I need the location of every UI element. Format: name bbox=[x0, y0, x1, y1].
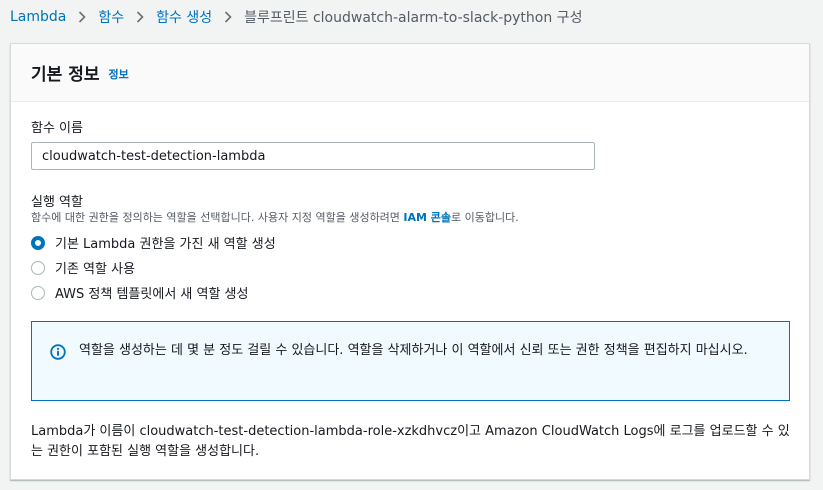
iam-console-link[interactable]: IAM 콘솔 bbox=[403, 211, 451, 224]
radio-option-existing-role[interactable]: 기존 역할 사용 bbox=[31, 258, 135, 277]
description-text: 함수에 대한 권한을 정의하는 역할을 선택합니다. 사용자 지정 역할을 생성… bbox=[31, 211, 404, 224]
panel-header: 기본 정보 정보 bbox=[11, 44, 809, 102]
breadcrumb-functions[interactable]: 함수 bbox=[98, 7, 124, 27]
radio-button-selected[interactable] bbox=[31, 235, 45, 250]
basic-info-panel: 기본 정보 정보 함수 이름 실행 역할 함수에 대한 권한을 정의하는 역할을… bbox=[10, 43, 810, 480]
execution-role-description: 함수에 대한 권한을 정의하는 역할을 선택합니다. 사용자 지정 역할을 생성… bbox=[31, 209, 519, 225]
execution-role-label: 실행 역할 bbox=[31, 195, 83, 210]
chevron-right-icon bbox=[78, 11, 87, 23]
function-name-input[interactable] bbox=[31, 142, 595, 170]
info-link[interactable]: 정보 bbox=[108, 66, 128, 82]
breadcrumb-lambda[interactable]: Lambda bbox=[10, 9, 66, 25]
radio-button[interactable] bbox=[31, 285, 45, 300]
chevron-right-icon bbox=[136, 11, 144, 23]
info-icon bbox=[50, 344, 66, 364]
breadcrumb-create-function[interactable]: 함수 생성 bbox=[156, 7, 212, 27]
radio-button[interactable] bbox=[31, 260, 45, 275]
info-alert: 역할을 생성하는 데 몇 분 정도 걸릴 수 있습니다. 역할을 삭제하거나 이… bbox=[31, 321, 790, 401]
radio-label: 기존 역할 사용 bbox=[55, 262, 136, 277]
alert-message: 역할을 생성하는 데 몇 분 정도 걸릴 수 있습니다. 역할을 삭제하거나 이… bbox=[79, 343, 748, 358]
function-name-label: 함수 이름 bbox=[31, 121, 83, 136]
role-creation-note: Lambda가 이름이 cloudwatch-test-detection-la… bbox=[31, 424, 790, 459]
radio-label: 기본 Lambda 권한을 가진 새 역할 생성 bbox=[55, 237, 276, 252]
chevron-right-icon bbox=[224, 11, 232, 23]
radio-option-new-role[interactable]: 기본 Lambda 권한을 가진 새 역할 생성 bbox=[31, 233, 276, 252]
breadcrumb: Lambda 함수 함수 생성 블루프린트 cloudwatch-alarm-t… bbox=[10, 7, 582, 27]
panel-title: 기본 정보 bbox=[31, 65, 100, 85]
breadcrumb-current: 블루프린트 cloudwatch-alarm-to-slack-python 구… bbox=[244, 10, 583, 26]
description-text-end: 로 이동합니다. bbox=[451, 211, 519, 224]
radio-option-policy-template[interactable]: AWS 정책 템플릿에서 새 역할 생성 bbox=[31, 283, 248, 302]
radio-label: AWS 정책 템플릿에서 새 역할 생성 bbox=[55, 287, 249, 302]
